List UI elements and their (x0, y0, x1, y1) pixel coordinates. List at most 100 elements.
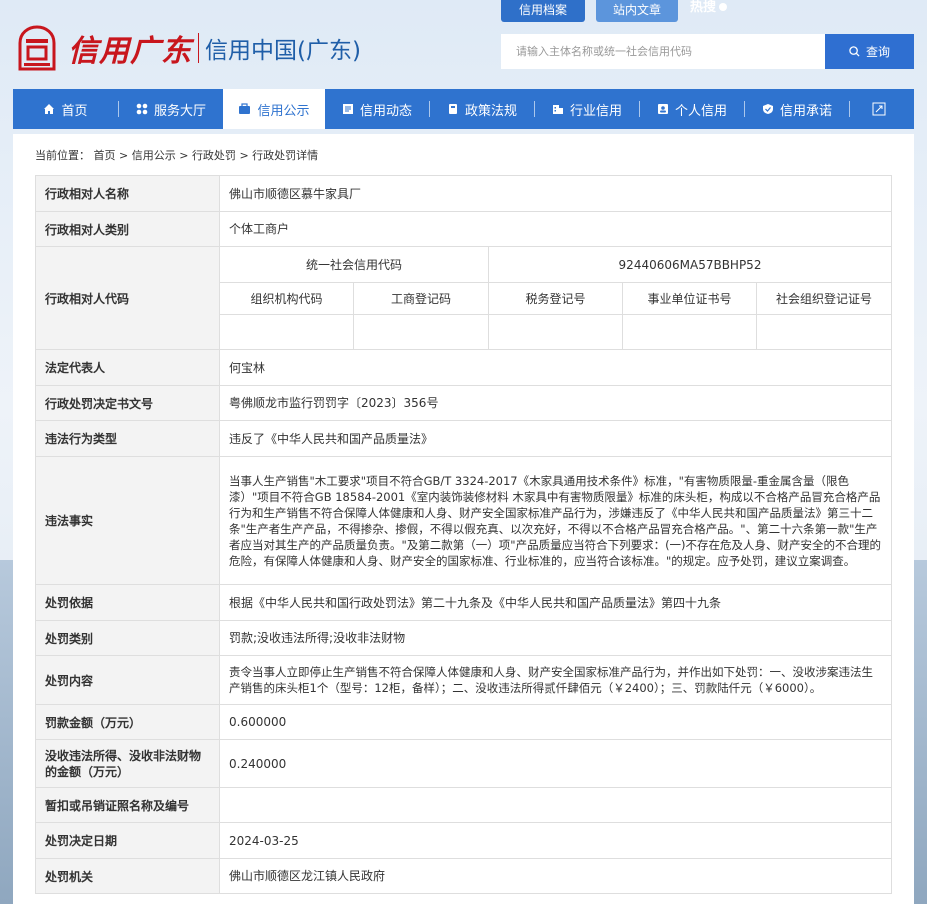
search-button-label: 查询 (865, 45, 890, 59)
nav-policy[interactable]: 政策法规 (430, 89, 534, 129)
accessibility-button[interactable] (850, 89, 908, 129)
nav-credit-publicity[interactable]: 信用公示 (223, 89, 325, 129)
nav-credit-commitment-label: 信用承诺 (779, 103, 832, 119)
breadcrumb-current: 行政处罚详情 (252, 149, 319, 162)
table-row: 处罚依据 根据《中华人民共和国行政处罚法》第二十九条及《中华人民共和国产品质量法… (35, 584, 892, 621)
cell-doc-no: 粤佛顺龙市监行罚罚字〔2023〕356号 (219, 385, 892, 421)
breadcrumb-prefix: 当前位置： (35, 149, 90, 162)
site-logo[interactable]: 信用广东 信用中国(广东) (14, 22, 361, 74)
table-row: 违法事实 当事人生产销售"木工要求"项目不符合GB/T 3324-2017《木家… (35, 456, 892, 585)
cell-label-fine: 罚款金额（万元） (35, 704, 220, 740)
penalty-detail-table: 行政相对人名称 佛山市顺德区慕牛家具厂 行政相对人类别 个体工商户 行政相对人代… (35, 175, 892, 894)
breadcrumb-home[interactable]: 首页 (94, 149, 116, 162)
cell-org-code (219, 314, 354, 350)
cell-uscc-value: 92440606MA57BBHP52 (488, 246, 892, 283)
cell-basis: 根据《中华人民共和国行政处罚法》第二十九条及《中华人民共和国产品质量法》第四十九… (219, 584, 892, 621)
cell-header-biz-reg: 工商登记码 (353, 282, 489, 315)
table-row: 违法行为类型 违反了《中华人民共和国产品质量法》 (35, 420, 892, 457)
cell-facts: 当事人生产销售"木工要求"项目不符合GB/T 3324-2017《木家具通用技术… (219, 456, 892, 585)
cell-type: 个体工商户 (219, 211, 892, 247)
nav-personal-credit-label: 个人信用 (674, 103, 727, 119)
nav-credit-publicity-label: 信用公示 (257, 103, 310, 119)
breadcrumb-separator: > (239, 149, 249, 162)
table-row: 行政相对人代码 统一社会信用代码 92440606MA57BBHP52 (35, 246, 892, 350)
cell-header-org-code: 组织机构代码 (219, 282, 354, 315)
cell-label-basis: 处罚依据 (35, 584, 220, 621)
building-icon (552, 105, 563, 114)
cell-license (219, 787, 892, 823)
table-row: 行政相对人名称 佛山市顺德区慕牛家具厂 (35, 175, 892, 212)
site-title: 信用中国(广东) (205, 38, 361, 64)
table-row: 行政相对人类别 个体工商户 (35, 211, 892, 247)
cell-social-org (756, 314, 892, 350)
home-icon (44, 104, 55, 114)
logo-divider (198, 33, 199, 63)
nav-service-hall-label: 服务大厅 (153, 103, 206, 119)
cell-label-confiscated: 没收违法所得、没收非法财物的金额（万元） (35, 739, 220, 788)
tab-credit-file[interactable]: 信用档案 (501, 0, 585, 22)
nav-policy-label: 政策法规 (464, 103, 517, 119)
credit-seal-icon (14, 25, 60, 71)
flame-icon (719, 3, 728, 11)
search-icon (849, 46, 860, 57)
search-bar: 查询 (501, 34, 914, 69)
breadcrumb: 当前位置： 首页 > 信用公示 > 行政处罚 > 行政处罚详情 (35, 147, 318, 163)
grid-icon (136, 103, 148, 115)
cell-legal-rep: 何宝林 (219, 349, 892, 386)
breadcrumb-separator: > (119, 149, 129, 162)
cell-authority: 佛山市顺德区龙江镇人民政府 (219, 858, 892, 894)
table-row: 罚款金额（万元） 0.600000 (35, 704, 892, 740)
cell-label-authority: 处罚机关 (35, 858, 220, 894)
logo-text: 信用广东 (68, 34, 192, 69)
table-row: 处罚内容 责令当事人立即停止生产销售不符合保障人体健康和人身、财产安全国家标准产… (35, 655, 892, 705)
briefcase-icon (239, 103, 251, 114)
cell-date: 2024-03-25 (219, 822, 892, 859)
content-panel: 当前位置： 首页 > 信用公示 > 行政处罚 > 行政处罚详情 行政相对人名称 … (13, 134, 914, 904)
site-header: 信用广东 信用中国(广东) 信用档案 站内文章 热搜 查询 (0, 0, 927, 90)
cell-label-facts: 违法事实 (35, 456, 220, 585)
cell-header-inst-cert: 事业单位证书号 (622, 282, 757, 315)
cell-label-legal-rep: 法定代表人 (35, 349, 220, 386)
cell-label-code: 行政相对人代码 (35, 246, 220, 350)
table-row: 行政处罚决定书文号 粤佛顺龙市监行罚罚字〔2023〕356号 (35, 385, 892, 421)
nav-industry-credit-label: 行业信用 (569, 103, 622, 119)
cell-header-social-org: 社会组织登记证号 (756, 282, 892, 315)
hot-search-label: 热搜 (690, 0, 717, 15)
cell-fine: 0.600000 (219, 704, 892, 740)
nav-home-label: 首页 (61, 103, 88, 119)
cell-label-date: 处罚决定日期 (35, 822, 220, 859)
breadcrumb-separator: > (179, 149, 189, 162)
main-nav: 首页 服务大厅 信用公示 信用动态 政策法规 行业信用 个人信用 信用承诺 (13, 89, 914, 129)
cell-inst-cert (622, 314, 757, 350)
cell-category: 罚款;没收违法所得;没收非法财物 (219, 620, 892, 656)
nav-home[interactable]: 首页 (13, 89, 118, 129)
cell-biz-reg (353, 314, 489, 350)
table-row: 处罚决定日期 2024-03-25 (35, 822, 892, 859)
breadcrumb-credit-publicity[interactable]: 信用公示 (132, 149, 176, 162)
cell-header-uscc: 统一社会信用代码 (219, 246, 489, 283)
hot-search-link[interactable]: 热搜 (690, 0, 728, 22)
cell-label-doc-no: 行政处罚决定书文号 (35, 385, 220, 421)
breadcrumb-admin-penalty[interactable]: 行政处罚 (192, 149, 236, 162)
nav-personal-credit[interactable]: 个人信用 (640, 89, 744, 129)
tab-site-articles[interactable]: 站内文章 (596, 0, 678, 22)
nav-credit-commitment[interactable]: 信用承诺 (745, 89, 849, 129)
search-button[interactable]: 查询 (825, 34, 914, 69)
news-icon (342, 104, 353, 114)
search-input[interactable] (501, 34, 825, 69)
nav-service-hall[interactable]: 服务大厅 (119, 89, 223, 129)
cell-header-tax-reg: 税务登记号 (488, 282, 623, 315)
cell-content: 责令当事人立即停止生产销售不符合保障人体健康和人身、财产安全国家标准产品行为，并… (219, 655, 892, 705)
cell-violation-type: 违反了《中华人民共和国产品质量法》 (219, 420, 892, 457)
book-icon (448, 104, 457, 114)
table-row: 处罚类别 罚款;没收违法所得;没收非法财物 (35, 620, 892, 656)
nav-industry-credit[interactable]: 行业信用 (535, 89, 639, 129)
nav-credit-news[interactable]: 信用动态 (325, 89, 429, 129)
cell-label-name: 行政相对人名称 (35, 175, 220, 212)
table-row: 法定代表人 何宝林 (35, 349, 892, 386)
cell-label-license: 暂扣或吊销证照名称及编号 (35, 787, 220, 823)
table-row: 暂扣或吊销证照名称及编号 (35, 787, 892, 823)
cell-label-type: 行政相对人类别 (35, 211, 220, 247)
cell-confiscated: 0.240000 (219, 739, 892, 788)
cell-name: 佛山市顺德区慕牛家具厂 (219, 175, 892, 212)
